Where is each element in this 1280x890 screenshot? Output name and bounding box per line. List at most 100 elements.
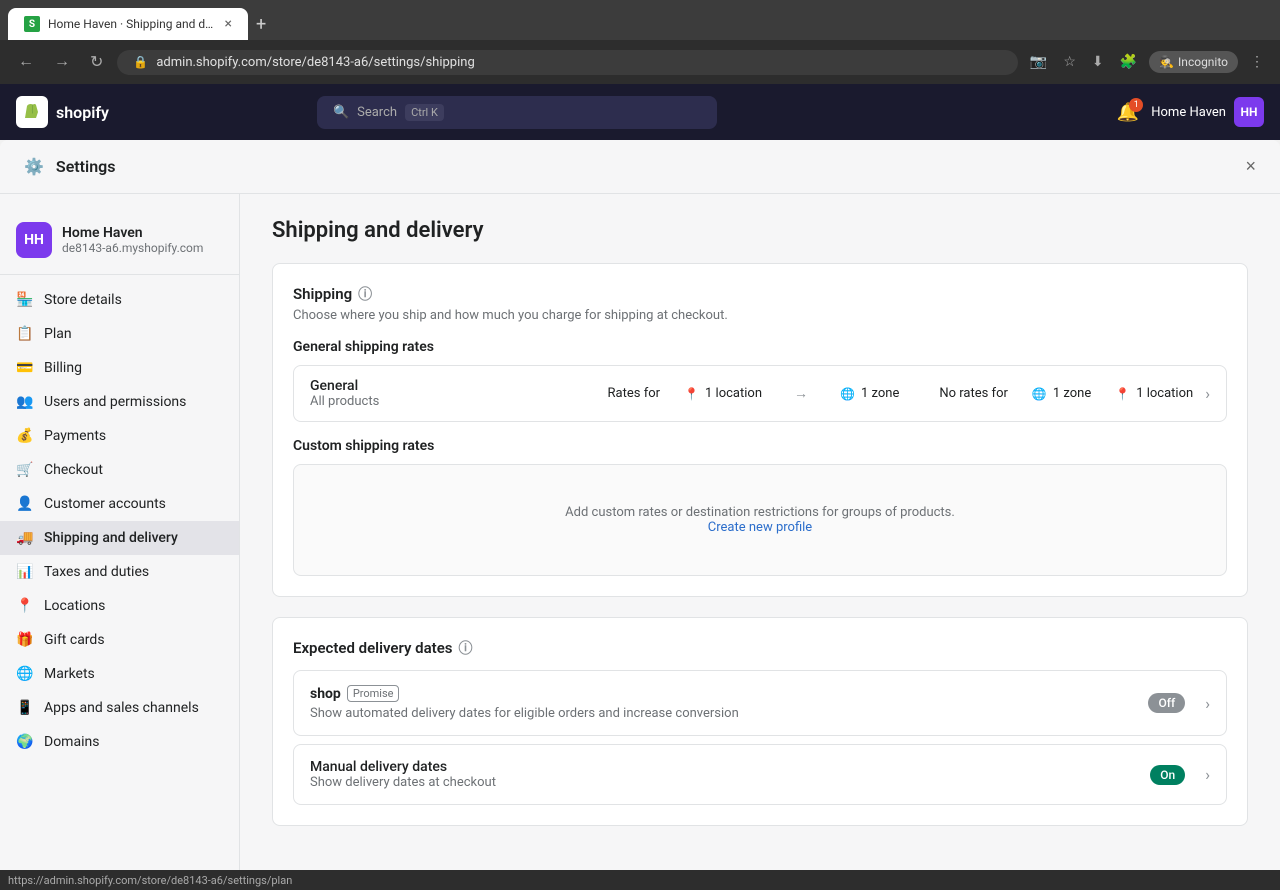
create-new-profile-link[interactable]: Create new profile — [708, 520, 812, 535]
rates-zone-count: 1 zone — [861, 386, 899, 401]
sidebar-label-markets: Markets — [44, 666, 223, 682]
shop-promise-row[interactable]: shop Promise Show automated delivery dat… — [293, 670, 1227, 736]
custom-rates-placeholder: Add custom rates or destination restrict… — [314, 485, 1206, 555]
sidebar-item-billing[interactable]: 💳 Billing — [0, 351, 239, 385]
markets-icon: 🌐 — [16, 665, 34, 683]
shopify-logo: shopify — [16, 96, 109, 128]
status-url: https://admin.shopify.com/store/de8143-a… — [8, 874, 292, 887]
no-rates-zone-icon: 🌐 — [1032, 387, 1047, 401]
sidebar-item-domains[interactable]: 🌍 Domains — [0, 725, 239, 759]
rate-info: General All products — [310, 378, 608, 409]
sidebar-label-users-permissions: Users and permissions — [44, 394, 223, 410]
sidebar-item-plan[interactable]: 📋 Plan — [0, 317, 239, 351]
apps-icon: 📱 — [16, 699, 34, 717]
general-rate-row[interactable]: General All products Rates for 📍 1 locat… — [293, 365, 1227, 422]
camera-icon[interactable]: 📷 — [1026, 50, 1051, 74]
incognito-label: Incognito — [1178, 55, 1228, 69]
settings-sidebar: HH Home Haven de8143-a6.myshopify.com 🏪 … — [0, 194, 240, 870]
shipping-section-card: Shipping ⓘ Choose where you ship and how… — [272, 263, 1248, 597]
browser-tab-bar: S Home Haven · Shipping and de... × + — [0, 0, 1280, 40]
sidebar-item-taxes-duties[interactable]: 📊 Taxes and duties — [0, 555, 239, 589]
settings-modal: ⚙️ Settings × HH Home Haven de8143-a6.my… — [0, 140, 1280, 870]
settings-overlay: ⚙️ Settings × HH Home Haven de8143-a6.my… — [0, 140, 1280, 870]
manual-delivery-row-container: Manual delivery dates Show delivery date… — [293, 744, 1227, 805]
browser-nav-bar: ← → ↻ 🔒 admin.shopify.com/store/de8143-a… — [0, 40, 1280, 84]
shopify-logo-text: shopify — [56, 103, 109, 122]
settings-close-button[interactable]: × — [1245, 156, 1256, 177]
active-browser-tab[interactable]: S Home Haven · Shipping and de... × — [8, 8, 248, 40]
sidebar-label-plan: Plan — [44, 326, 223, 342]
reload-button[interactable]: ↻ — [84, 48, 109, 76]
no-rates-zone-count: 1 zone — [1053, 386, 1091, 401]
store-avatar: HH — [1234, 97, 1264, 127]
sidebar-item-store-details[interactable]: 🏪 Store details — [0, 283, 239, 317]
delivery-info-icon[interactable]: ⓘ — [459, 638, 473, 658]
search-bar[interactable]: 🔍 Search Ctrl K — [317, 96, 717, 129]
payments-icon: 💰 — [16, 427, 34, 445]
sidebar-item-users-permissions[interactable]: 👥 Users and permissions — [0, 385, 239, 419]
rates-zone-item: 🌐 1 zone — [840, 386, 899, 401]
bookmark-icon[interactable]: ☆ — [1059, 50, 1080, 74]
sidebar-item-locations[interactable]: 📍 Locations — [0, 589, 239, 623]
shipping-heading-text: Shipping — [293, 285, 352, 303]
shop-promise-logo: shop Promise — [310, 685, 1148, 702]
settings-body: HH Home Haven de8143-a6.myshopify.com 🏪 … — [0, 194, 1280, 870]
shipping-info-icon[interactable]: ⓘ — [358, 284, 372, 304]
no-rates-location-count: 1 location — [1136, 386, 1193, 401]
sidebar-label-apps-sales-channels: Apps and sales channels — [44, 700, 223, 716]
general-rates-title: General shipping rates — [293, 339, 1227, 355]
topbar-right: 🔔 1 Home Haven HH — [1117, 97, 1264, 127]
store-details-icon: 🏪 — [16, 291, 34, 309]
chevron-right-icon: › — [1205, 384, 1210, 403]
manual-delivery-toggle[interactable]: On — [1150, 765, 1185, 785]
sidebar-item-payments[interactable]: 💰 Payments — [0, 419, 239, 453]
gift-cards-icon: 🎁 — [16, 631, 34, 649]
custom-rates-desc: Add custom rates or destination restrict… — [334, 505, 1186, 520]
forward-button[interactable]: → — [48, 49, 76, 75]
manual-delivery-row[interactable]: Manual delivery dates Show delivery date… — [293, 744, 1227, 805]
rate-name: General — [310, 378, 608, 394]
zone-icon: 🌐 — [840, 387, 855, 401]
sidebar-item-gift-cards[interactable]: 🎁 Gift cards — [0, 623, 239, 657]
search-shortcut: Ctrl K — [405, 104, 444, 121]
custom-rates-section: Custom shipping rates Add custom rates o… — [293, 438, 1227, 576]
no-rates-label: No rates for — [939, 386, 1008, 401]
location-pin-icon: 📍 — [684, 387, 699, 401]
extension-icon[interactable]: 🧩 — [1116, 50, 1141, 74]
close-tab-button[interactable]: × — [225, 16, 232, 32]
settings-main-content: Shipping and delivery Shipping ⓘ Choose … — [240, 194, 1280, 870]
shop-promise-toggle[interactable]: Off — [1148, 693, 1185, 713]
shop-promise-chevron-right-icon: › — [1205, 694, 1210, 713]
notification-button[interactable]: 🔔 1 — [1117, 102, 1139, 123]
back-button[interactable]: ← — [12, 49, 40, 75]
domains-icon: 🌍 — [16, 733, 34, 751]
shopify-topbar: shopify 🔍 Search Ctrl K 🔔 1 Home Haven H… — [0, 84, 1280, 140]
page-title: Shipping and delivery — [272, 218, 1248, 243]
no-rates-location-item: 📍 1 location — [1115, 386, 1193, 401]
shop-promise-desc: Show automated delivery dates for eligib… — [310, 706, 1148, 721]
menu-icon[interactable]: ⋮ — [1246, 50, 1268, 74]
address-bar[interactable]: 🔒 admin.shopify.com/store/de8143-a6/sett… — [117, 50, 1018, 75]
incognito-button[interactable]: 🕵 Incognito — [1149, 51, 1238, 73]
shop-text: shop — [310, 686, 341, 702]
sidebar-label-gift-cards: Gift cards — [44, 632, 223, 648]
sidebar-item-checkout[interactable]: 🛒 Checkout — [0, 453, 239, 487]
store-info-name: Home Haven — [62, 225, 203, 241]
sidebar-item-shipping-delivery[interactable]: 🚚 Shipping and delivery — [0, 521, 239, 555]
sidebar-label-taxes-duties: Taxes and duties — [44, 564, 223, 580]
settings-title: Settings — [56, 157, 1234, 176]
search-icon: 🔍 — [333, 105, 349, 120]
sidebar-item-markets[interactable]: 🌐 Markets — [0, 657, 239, 691]
store-switcher-button[interactable]: Home Haven HH — [1151, 97, 1264, 127]
download-icon[interactable]: ⬇ — [1088, 50, 1108, 74]
shopify-logo-icon — [16, 96, 48, 128]
rate-sub: All products — [310, 394, 608, 409]
tab-favicon: S — [24, 16, 40, 32]
custom-rates-title: Custom shipping rates — [293, 438, 1227, 454]
delivery-section-heading: Expected delivery dates ⓘ — [293, 638, 1227, 658]
sidebar-item-customer-accounts[interactable]: 👤 Customer accounts — [0, 487, 239, 521]
new-tab-button[interactable]: + — [252, 10, 270, 39]
rates-for-label: Rates for — [608, 386, 661, 401]
sidebar-label-checkout: Checkout — [44, 462, 223, 478]
users-icon: 👥 — [16, 393, 34, 411]
